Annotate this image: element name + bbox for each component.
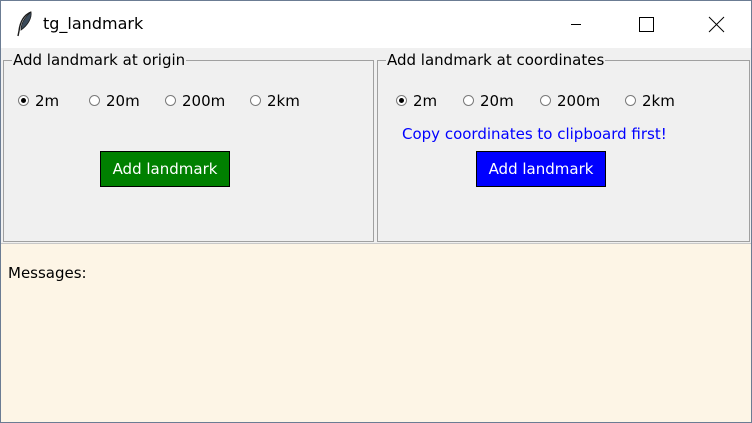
radio-label: 2m [413,92,438,110]
radio-label: 2m [35,92,60,110]
radio-checked-icon[interactable] [18,95,29,106]
close-button[interactable] [693,1,739,48]
radio-unchecked-icon[interactable] [625,95,636,106]
radio-label: 20m [106,92,140,110]
radio-unchecked-icon[interactable] [89,95,100,106]
window-title: tg_landmark [43,14,144,33]
origin-group: Add landmark at origin 2m 20m 200m 2km A… [3,51,374,242]
add-landmark-coords-button[interactable]: Add landmark [476,151,606,187]
content-area: Add landmark at origin 2m 20m 200m 2km A… [1,48,751,243]
messages-panel[interactable]: Messages: [1,243,751,422]
radio-unchecked-icon[interactable] [250,95,261,106]
maximize-button[interactable] [623,1,669,48]
title-bar[interactable]: tg_landmark [1,1,751,48]
radio-label: 2km [642,92,675,110]
coords-group: Add landmark at coordinates 2m 20m 200m … [377,51,750,242]
radio-label: 2km [267,92,300,110]
radio-unchecked-icon[interactable] [540,95,551,106]
radio-unchecked-icon[interactable] [165,95,176,106]
messages-label: Messages: [8,264,87,282]
coords-group-title: Add landmark at coordinates [386,51,606,69]
radio-checked-icon[interactable] [396,95,407,106]
feather-icon [15,11,35,37]
add-landmark-origin-button[interactable]: Add landmark [100,151,230,187]
app-window: tg_landmark Add landmark at origin 2m 20… [0,0,752,423]
radio-label: 200m [557,92,601,110]
origin-group-title: Add landmark at origin [12,51,187,69]
radio-unchecked-icon[interactable] [463,95,474,106]
radio-label: 20m [480,92,514,110]
minimize-button[interactable] [553,1,599,48]
radio-label: 200m [182,92,226,110]
clipboard-hint: Copy coordinates to clipboard first! [402,125,667,143]
